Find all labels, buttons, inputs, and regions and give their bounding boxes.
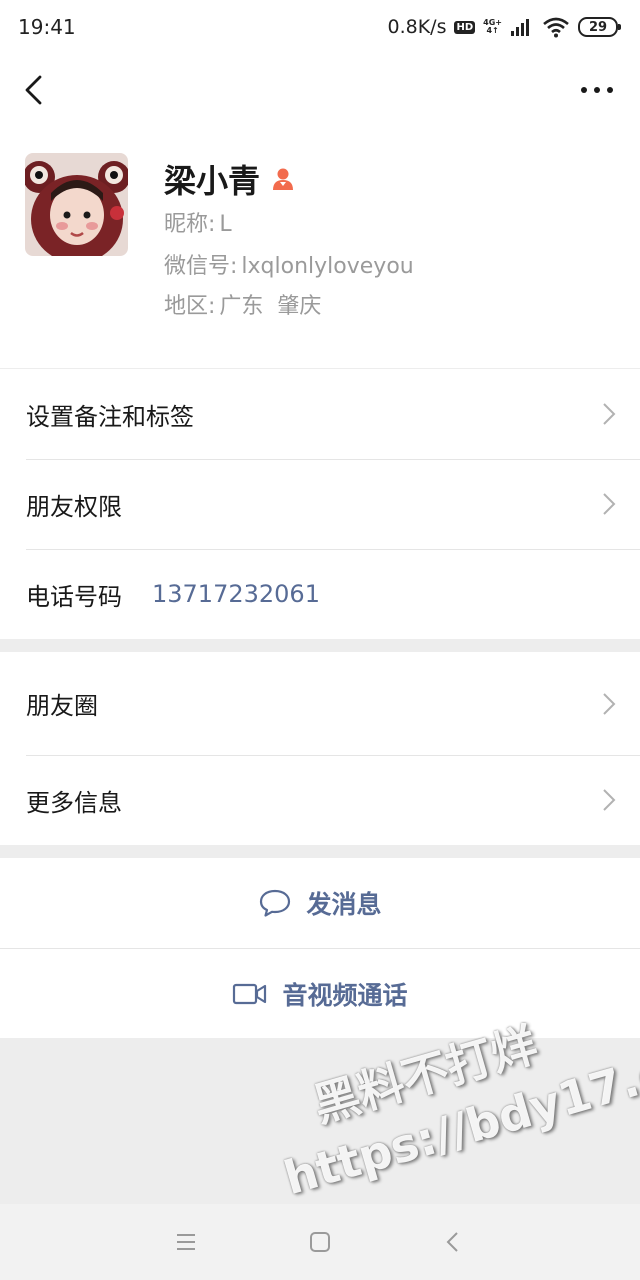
- nickname-row: 昵称: L: [164, 206, 232, 238]
- contact-name: 梁小青: [164, 162, 261, 200]
- status-bar: 19:41 0.8K/s HD 4G+ 4↑ 29: [0, 0, 640, 54]
- name-row: 梁小青: [164, 156, 296, 202]
- nickname-label: 昵称:: [164, 212, 216, 237]
- more-dots-icon: [581, 87, 613, 93]
- info-section: 朋友圈 更多信息: [0, 652, 640, 845]
- video-call-label: 音视频通话: [282, 980, 408, 1010]
- more-info-item[interactable]: 更多信息: [0, 755, 640, 845]
- more-info-label: 更多信息: [26, 788, 122, 817]
- system-back-button[interactable]: [434, 1224, 474, 1260]
- video-call-button[interactable]: 音视频通话: [0, 948, 640, 1038]
- phone-number-link[interactable]: 13717232061: [152, 580, 320, 608]
- avatar[interactable]: [25, 153, 128, 256]
- female-person-icon: [273, 168, 294, 190]
- region-label: 地区:: [164, 294, 216, 319]
- remark-tags-item[interactable]: 设置备注和标签: [0, 369, 640, 459]
- settings-section: 设置备注和标签 朋友权限 电话号码 13717232061: [0, 369, 640, 639]
- cellular-label: 4G+ 4↑: [483, 19, 502, 35]
- wechat-id-row: 微信号: lxqlonlyloveyou: [164, 248, 414, 280]
- friend-permissions-item[interactable]: 朋友权限: [0, 459, 640, 549]
- battery-level: 29: [588, 19, 608, 35]
- actions-section: 发消息 音视频通话: [0, 858, 640, 1038]
- wechat-id-value[interactable]: lxqlonlyloveyou: [241, 254, 413, 279]
- chevron-right-icon: [603, 493, 616, 515]
- watermark-line-2: https://bdy17.co: [278, 1036, 640, 1206]
- more-button[interactable]: [578, 78, 618, 102]
- region-row: 地区: 广东 肇庆: [164, 288, 321, 320]
- chevron-left-icon: [25, 75, 42, 105]
- back-arrow-icon: [446, 1232, 458, 1252]
- nickname-value: L: [219, 212, 232, 237]
- battery-indicator: 29: [578, 17, 621, 37]
- phone-number-item: 电话号码 13717232061: [0, 549, 640, 639]
- status-time: 19:41: [18, 15, 76, 39]
- home-button[interactable]: [300, 1224, 340, 1260]
- chevron-right-icon: [603, 403, 616, 425]
- send-message-label: 发消息: [306, 890, 382, 919]
- avatar-image: [25, 153, 128, 256]
- wechat-id-label: 微信号:: [164, 254, 238, 279]
- cellular-label-bottom: 4↑: [486, 26, 499, 35]
- moments-label: 朋友圈: [26, 692, 98, 720]
- home-square-icon: [310, 1232, 330, 1252]
- remark-tags-label: 设置备注和标签: [26, 402, 194, 431]
- network-speed: 0.8K/s: [387, 16, 447, 38]
- send-message-button[interactable]: 发消息: [0, 858, 640, 948]
- cellular-signal-icon: [511, 19, 529, 36]
- moments-item[interactable]: 朋友圈: [0, 652, 640, 755]
- top-nav-bar: [0, 54, 640, 126]
- status-indicators: 0.8K/s HD 4G+ 4↑ 29: [387, 16, 621, 38]
- chevron-right-icon: [603, 692, 616, 715]
- video-camera-icon: [233, 983, 267, 1004]
- phone-label: 电话号码: [26, 582, 122, 611]
- friend-permissions-label: 朋友权限: [26, 492, 122, 521]
- hd-badge: HD: [454, 20, 476, 34]
- back-button[interactable]: [14, 68, 58, 112]
- wifi-icon: [543, 17, 569, 38]
- system-nav-bar: [0, 1204, 640, 1280]
- recent-apps-button[interactable]: [166, 1224, 206, 1260]
- profile-card: 梁小青 昵称: L 微信号: lxqlonlyloveyou 地区: 广东 肇庆: [0, 126, 640, 368]
- region-value: 广东 肇庆: [219, 294, 322, 319]
- chat-bubble-icon: [260, 889, 291, 917]
- chevron-right-icon: [603, 789, 616, 811]
- menu-lines-icon: [177, 1234, 195, 1250]
